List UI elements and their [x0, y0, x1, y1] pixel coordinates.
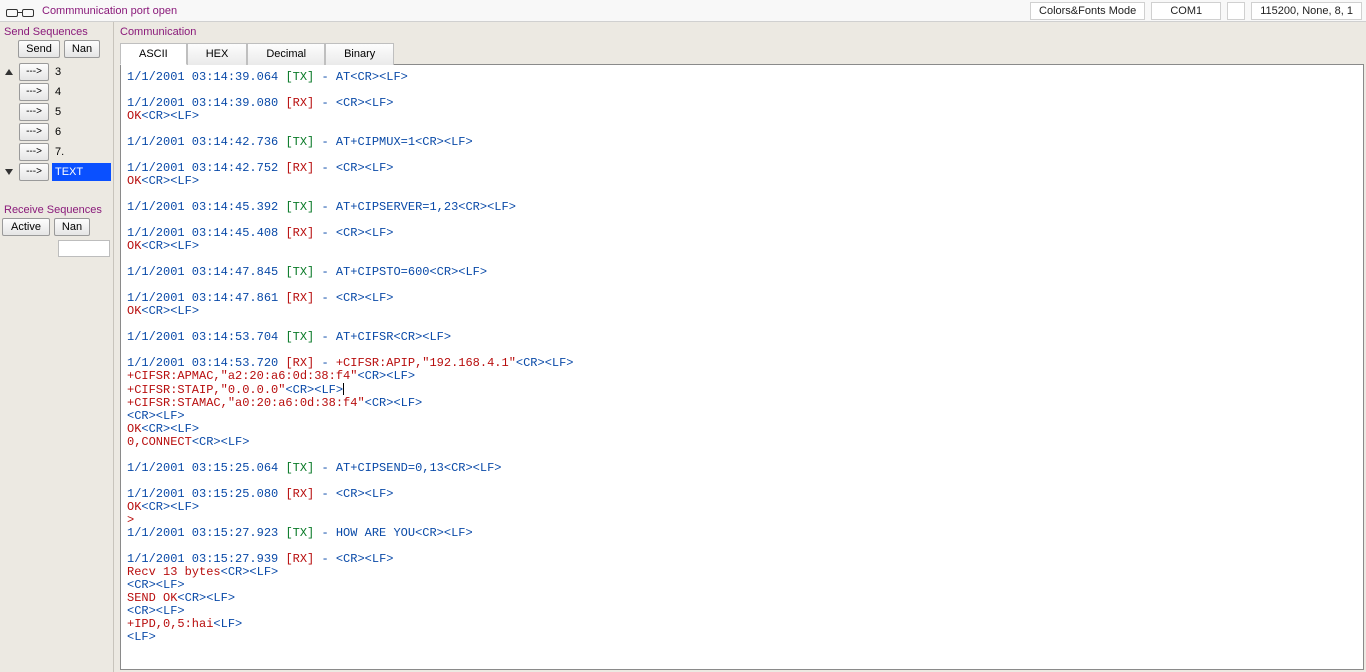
- sequence-label[interactable]: 6: [52, 123, 111, 141]
- arrow-spacer: [2, 103, 16, 121]
- right-pane: Communication ASCII HEX Decimal Binary 1…: [114, 22, 1366, 672]
- sequence-label[interactable]: 7.: [52, 143, 111, 161]
- status-bar: Commmunication port open Colors&Fonts Mo…: [0, 0, 1366, 22]
- log-line-rx: 1/1/2001 03:15:27.939 [RX] - <CR><LF>: [127, 553, 1359, 566]
- serial-settings-cell[interactable]: 115200, None, 8, 1: [1251, 2, 1362, 20]
- send-sequence-list: --->3--->4--->5--->6--->7.--->TEXT: [0, 62, 113, 182]
- log-line-tx: 1/1/2001 03:15:25.064 [TX] - AT+CIPSEND=…: [127, 462, 1359, 475]
- arrow-spacer: [2, 123, 16, 141]
- log-line-rx: +CIFSR:STAIP,"0.0.0.0"<CR><LF>: [127, 383, 1359, 397]
- send-arrow-button[interactable]: --->: [19, 143, 49, 161]
- receive-input[interactable]: [58, 240, 110, 257]
- log-line-rx: <LF>: [127, 631, 1359, 644]
- send-sequence-row: --->6: [2, 122, 111, 142]
- send-arrow-button[interactable]: --->: [19, 163, 49, 181]
- mode-cell[interactable]: Colors&Fonts Mode: [1030, 2, 1145, 20]
- blank-cell: [1227, 2, 1245, 20]
- tab-ascii[interactable]: ASCII: [120, 43, 187, 65]
- log-line-tx: 1/1/2001 03:14:45.392 [TX] - AT+CIPSERVE…: [127, 201, 1359, 214]
- log-line-tx: 1/1/2001 03:14:39.064 [TX] - AT<CR><LF>: [127, 71, 1359, 84]
- send-button[interactable]: Send: [18, 40, 60, 58]
- recv-name-col-button[interactable]: Nan: [54, 218, 90, 236]
- send-arrow-button[interactable]: --->: [19, 123, 49, 141]
- log-line-rx: OK<CR><LF>: [127, 501, 1359, 514]
- send-sequence-row: --->TEXT: [2, 162, 111, 182]
- log-line-rx: OK<CR><LF>: [127, 423, 1359, 436]
- send-sequence-row: --->3: [2, 62, 111, 82]
- com-port-cell[interactable]: COM1: [1151, 2, 1221, 20]
- log-line-rx: <CR><LF>: [127, 605, 1359, 618]
- scroll-down-icon[interactable]: [2, 163, 16, 181]
- send-sequence-row: --->7.: [2, 142, 111, 162]
- sequence-label[interactable]: 4: [52, 83, 111, 101]
- terminal-output[interactable]: 1/1/2001 03:14:39.064 [TX] - AT<CR><LF> 1…: [120, 64, 1364, 670]
- send-arrow-button[interactable]: --->: [19, 103, 49, 121]
- sequence-label[interactable]: TEXT: [52, 163, 111, 181]
- arrow-spacer: [2, 83, 16, 101]
- send-sequences-title: Send Sequences: [0, 22, 113, 40]
- scroll-up-icon[interactable]: [2, 63, 16, 81]
- log-line-rx: OK<CR><LF>: [127, 110, 1359, 123]
- send-arrow-button[interactable]: --->: [19, 63, 49, 81]
- log-line-rx: SEND OK<CR><LF>: [127, 592, 1359, 605]
- sequence-label[interactable]: 3: [52, 63, 111, 81]
- log-line-rx: 1/1/2001 03:14:47.861 [RX] - <CR><LF>: [127, 292, 1359, 305]
- log-line-rx: +CIFSR:STAMAC,"a0:20:a6:0d:38:f4"<CR><LF…: [127, 397, 1359, 410]
- receive-sequences-title: Receive Sequences: [0, 200, 113, 218]
- tab-hex[interactable]: HEX: [187, 43, 248, 65]
- log-line-rx: +CIFSR:APMAC,"a2:20:a6:0d:38:f4"<CR><LF>: [127, 370, 1359, 383]
- log-line-rx: OK<CR><LF>: [127, 240, 1359, 253]
- left-pane: Send Sequences Send Nan --->3--->4--->5-…: [0, 22, 114, 672]
- log-line-rx: 0,CONNECT<CR><LF>: [127, 436, 1359, 449]
- log-line-rx: 1/1/2001 03:14:42.752 [RX] - <CR><LF>: [127, 162, 1359, 175]
- active-button[interactable]: Active: [2, 218, 50, 236]
- log-line-rx: 1/1/2001 03:14:39.080 [RX] - <CR><LF>: [127, 97, 1359, 110]
- arrow-spacer: [2, 143, 16, 161]
- encoding-tabs: ASCII HEX Decimal Binary: [114, 38, 1366, 64]
- receive-header-row: Active Nan: [0, 218, 113, 238]
- send-sequence-row: --->5: [2, 102, 111, 122]
- send-header-row: Send Nan: [0, 40, 113, 62]
- log-line-tx: 1/1/2001 03:14:42.736 [TX] - AT+CIPMUX=1…: [127, 136, 1359, 149]
- main-area: Send Sequences Send Nan --->3--->4--->5-…: [0, 22, 1366, 672]
- log-line-tx: 1/1/2001 03:14:53.704 [TX] - AT+CIFSR<CR…: [127, 331, 1359, 344]
- log-line-rx: 1/1/2001 03:15:25.080 [RX] - <CR><LF>: [127, 488, 1359, 501]
- port-status-text: Commmunication port open: [42, 5, 177, 17]
- log-line-tx: 1/1/2001 03:15:27.923 [TX] - HOW ARE YOU…: [127, 527, 1359, 540]
- sequence-label[interactable]: 5: [52, 103, 111, 121]
- log-line-rx: +IPD,0,5:hai<LF>: [127, 618, 1359, 631]
- log-line-tx: 1/1/2001 03:14:47.845 [TX] - AT+CIPSTO=6…: [127, 266, 1359, 279]
- send-arrow-button[interactable]: --->: [19, 83, 49, 101]
- log-line-rx: OK<CR><LF>: [127, 175, 1359, 188]
- log-line-rx: 1/1/2001 03:14:45.408 [RX] - <CR><LF>: [127, 227, 1359, 240]
- log-line-rx: <CR><LF>: [127, 410, 1359, 423]
- log-line-rx: <CR><LF>: [127, 579, 1359, 592]
- communication-title: Communication: [114, 22, 1366, 38]
- log-line-rx: Recv 13 bytes<CR><LF>: [127, 566, 1359, 579]
- tab-decimal[interactable]: Decimal: [247, 43, 325, 65]
- log-line-rx: OK<CR><LF>: [127, 305, 1359, 318]
- send-sequence-row: --->4: [2, 82, 111, 102]
- tab-binary[interactable]: Binary: [325, 43, 394, 65]
- port-icon: [4, 5, 36, 17]
- name-col-button[interactable]: Nan: [64, 40, 100, 58]
